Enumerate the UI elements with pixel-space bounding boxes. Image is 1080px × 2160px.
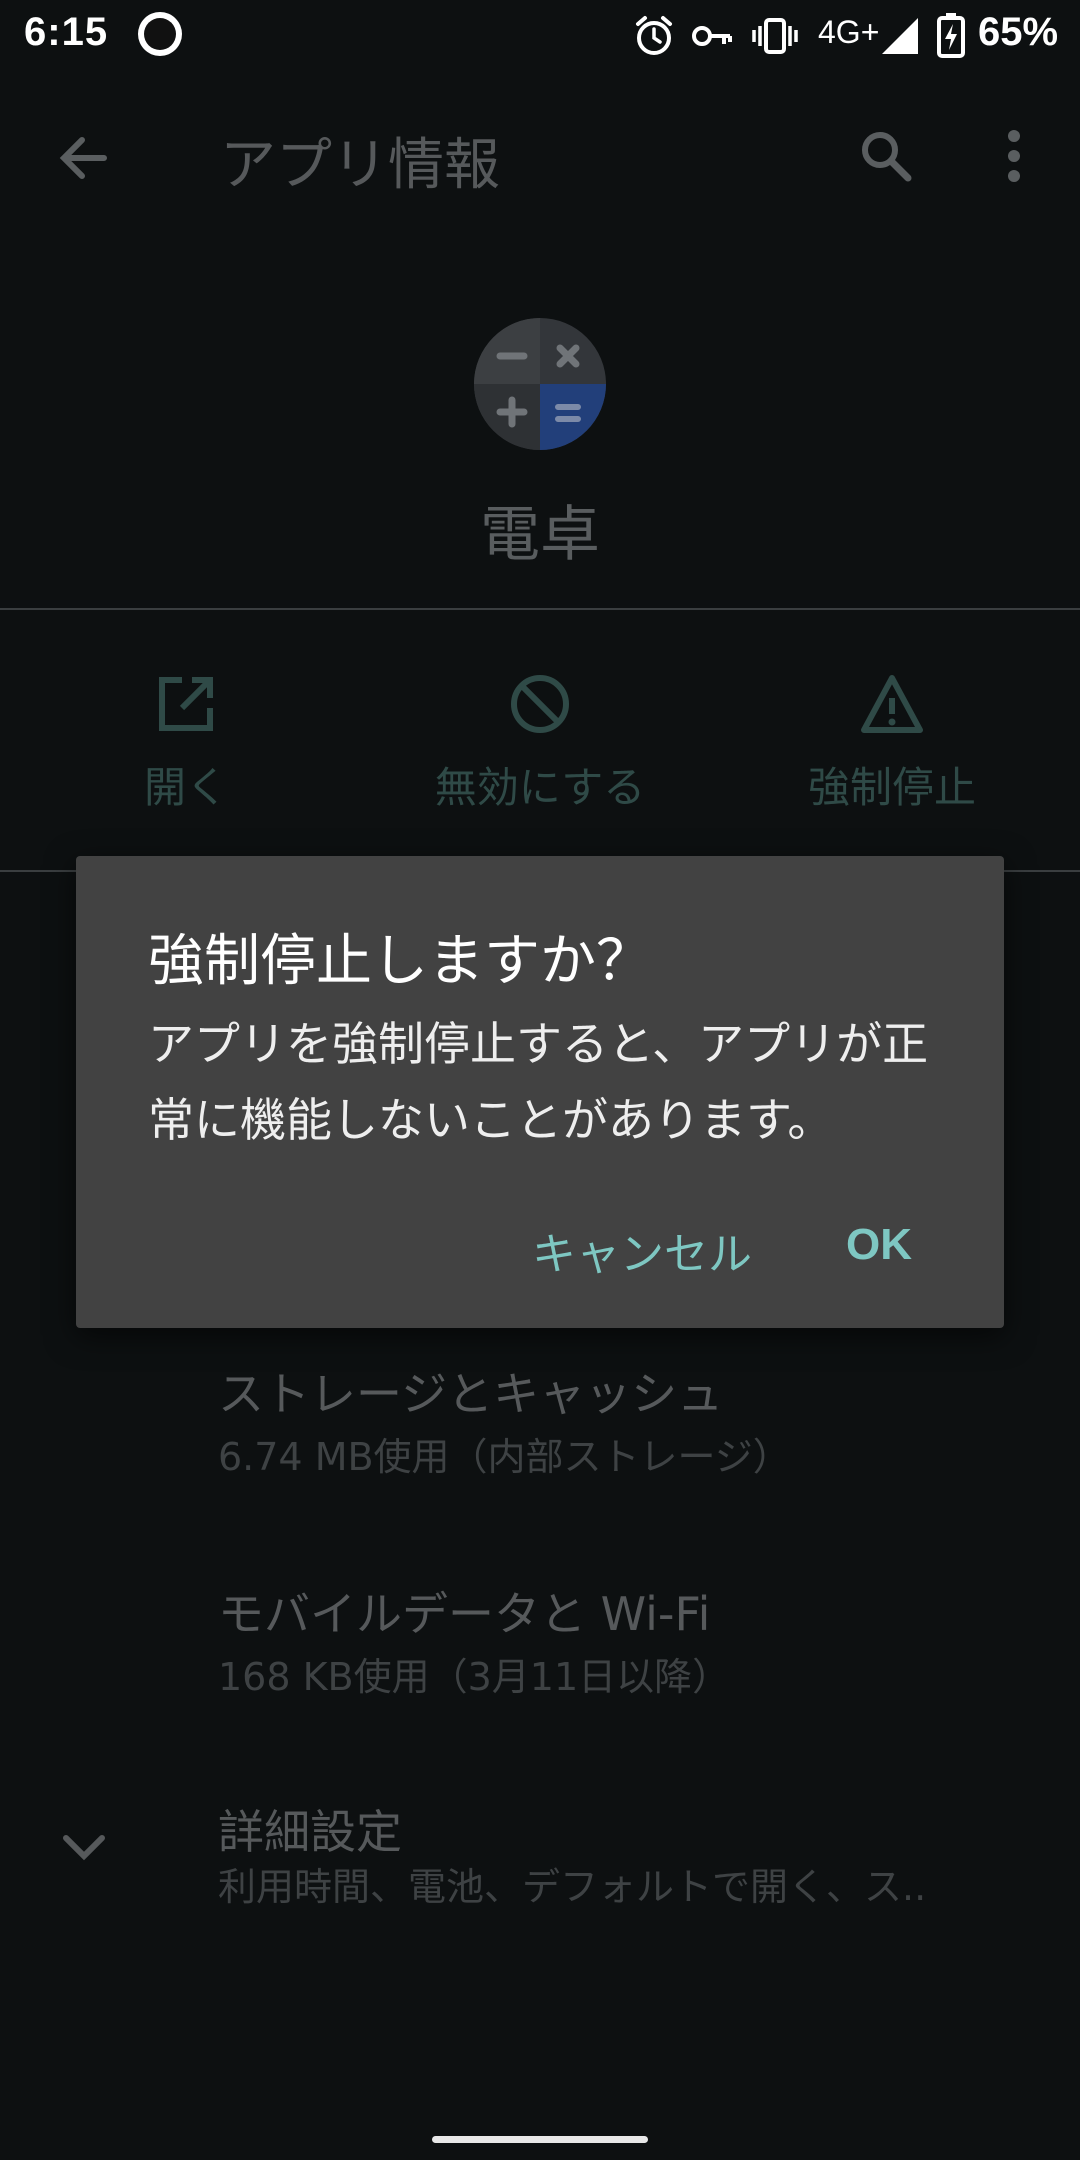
vpn-key-icon xyxy=(692,26,732,46)
open-label: 開く xyxy=(143,763,228,812)
open-external-icon xyxy=(159,677,213,731)
disable-label: 無効にする xyxy=(434,763,646,812)
list-item-title: ストレージとキャッシュ xyxy=(218,1367,724,1421)
status-bar: 6:15 4G+ 65% xyxy=(0,0,1080,72)
cancel-button[interactable]: キャンセル xyxy=(518,1208,766,1292)
divider xyxy=(0,608,1080,610)
ok-button[interactable]: OK xyxy=(832,1210,926,1280)
list-item-subtitle: 6.74 MB使用（内部ストレージ） xyxy=(218,1435,791,1479)
cell-signal-icon xyxy=(882,18,918,54)
dialog-message: アプリを強制停止すると、アプリが正常に機能しないことがあります。 xyxy=(148,1017,929,1147)
battery-charging-icon xyxy=(937,13,965,58)
battery-percent: 65% xyxy=(978,10,1059,54)
list-item-subtitle: 利用時間、電池、デフォルトで開く、ス.. xyxy=(218,1865,927,1909)
warning-icon xyxy=(861,675,923,733)
dialog-title: 強制停止しますか？ xyxy=(148,929,652,994)
force-stop-dialog: 強制停止しますか？ アプリを強制停止すると、アプリが正常に機能しないことがありま… xyxy=(76,856,1004,1328)
gesture-nav-handle[interactable] xyxy=(432,2136,648,2143)
app-name: 電卓 xyxy=(480,500,600,570)
alarm-icon xyxy=(636,16,672,55)
list-item-title: モバイルデータと Wi-Fi xyxy=(218,1587,711,1641)
search-icon[interactable] xyxy=(856,126,916,186)
force-stop-button[interactable]: 強制停止 xyxy=(762,672,1022,815)
network-type: 4G+ xyxy=(818,14,880,50)
list-item-title: 詳細設定 xyxy=(218,1805,402,1859)
calculator-icon xyxy=(474,318,606,450)
open-button[interactable]: 開く xyxy=(56,672,316,815)
force-stop-label: 強制停止 xyxy=(807,763,976,812)
page-title: アプリ情報 xyxy=(220,133,500,198)
back-arrow-icon[interactable] xyxy=(54,128,114,188)
more-vert-icon[interactable] xyxy=(994,126,1034,186)
chevron-down-icon xyxy=(63,1835,105,1861)
list-item-subtitle: 168 KB使用（3月11日以降） xyxy=(218,1655,731,1699)
disable-icon xyxy=(511,675,569,733)
disable-button[interactable]: 無効にする xyxy=(410,672,670,815)
app-notification-icon xyxy=(138,12,182,56)
status-time: 6:15 xyxy=(24,10,109,54)
vibrate-icon xyxy=(752,18,798,54)
